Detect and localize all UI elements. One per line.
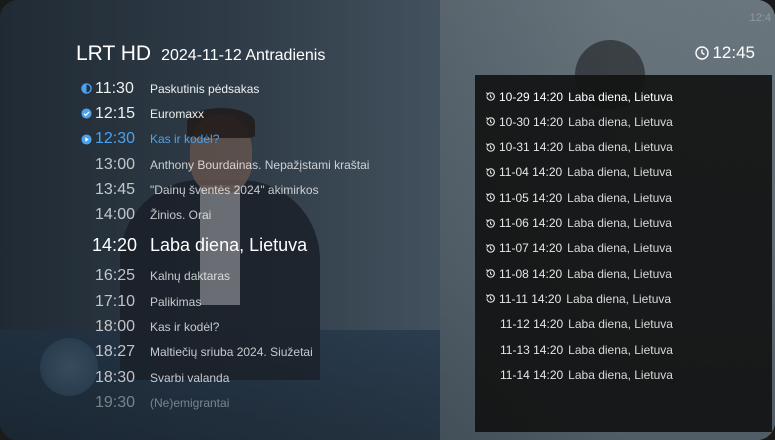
archive-panel: 10-29 14:20 Laba diena, Lietuva 10-30 14:2… (475, 75, 772, 432)
archive-item[interactable]: 11-12 14:20 Laba diena, Lietuva (500, 312, 673, 337)
program-title: (Ne)emigrantai (150, 395, 230, 410)
history-icon (485, 243, 499, 254)
program-row[interactable]: 19:30 (Ne)emigrantai (80, 390, 460, 415)
archive-datetime: 11-04 14:20 (499, 165, 563, 180)
archive-title: Laba diena, Lietuva (568, 140, 673, 155)
clock-icon (695, 46, 710, 60)
archive-item[interactable]: 11-06 14:20 Laba diena, Lietuva (485, 211, 672, 236)
archive-title: Laba diena, Lietuva (567, 190, 672, 205)
program-title: Palikimas (150, 294, 202, 309)
archive-item[interactable]: 10-30 14:20 Laba diena, Lietuva (485, 109, 673, 134)
clock-text: 12:45 (712, 43, 755, 62)
channel-name: LRT HD (76, 42, 152, 65)
archive-item[interactable]: 11-04 14:20 Laba diena, Lietuva (485, 160, 672, 185)
history-icon (485, 142, 499, 153)
program-title: Euromaxx (150, 106, 205, 121)
archive-datetime: 10-31 14:20 (499, 140, 564, 155)
program-row[interactable]: 17:10 Palikimas (80, 289, 460, 314)
archive-title: Laba diena, Lietuva (567, 165, 672, 180)
archive-datetime: 11-11 14:20 (499, 291, 562, 306)
archive-item[interactable]: 10-31 14:20 Laba diena, Lietuva (485, 135, 673, 160)
history-icon (485, 167, 499, 178)
history-icon (485, 293, 499, 304)
program-time: 16:25 (95, 267, 136, 285)
program-row[interactable]: 12:15 Euromaxx (80, 101, 460, 126)
program-row[interactable]: 12:30 Kas ir kodėl? (80, 127, 460, 152)
program-title: Svarbi valanda (150, 370, 230, 385)
program-title: Kas ir kodėl? (150, 132, 220, 147)
archive-datetime: 10-30 14:20 (499, 114, 564, 129)
program-time: 14:20 (92, 235, 138, 256)
archive-title: Laba diena, Lietuva (568, 342, 673, 357)
program-row[interactable]: 18:00 Kas ir kodėl? (80, 314, 460, 339)
archive-title: Laba diena, Lietuva (567, 216, 672, 230)
program-title: Kalnų daktaras (150, 269, 231, 284)
program-title: Laba diena, Lietuva (150, 235, 308, 256)
epg-date: 2024-11-12 Antradienis (161, 47, 326, 64)
program-row[interactable]: 16:25 Kalnų daktaras (80, 264, 460, 289)
program-time: 13:45 (95, 180, 136, 198)
program-time: 18:00 (95, 318, 136, 336)
program-time: 14:00 (95, 206, 136, 224)
play-circle-icon (80, 133, 92, 145)
archive-datetime: 11-08 14:20 (499, 266, 563, 281)
current-time: 12:45 (695, 43, 755, 63)
program-title: Anthony Bourdainas. Nepažįstami kraštai (150, 157, 370, 172)
archive-item[interactable]: 11-05 14:20 Laba diena, Lietuva (485, 185, 672, 210)
archive-title: Laba diena, Lietuva (566, 291, 672, 306)
program-row[interactable]: 11:30 Paskutinis pėdsakas (80, 76, 460, 101)
archive-title: Laba diena, Lietuva (567, 241, 672, 256)
archive-datetime: 11-14 14:20 (500, 367, 564, 382)
archive-datetime: 11-12 14:20 (500, 317, 564, 332)
archive-datetime: 11-05 14:20 (499, 190, 563, 205)
archive-item[interactable]: 10-29 14:20 Laba diena, Lietuva (485, 84, 673, 109)
program-time: 18:30 (95, 368, 136, 386)
archive-title: Laba diena, Lietuva (568, 367, 673, 382)
program-list: 11:30 Paskutinis pėdsakas 12:15 Euromaxx 12:… (80, 76, 460, 416)
program-row[interactable]: 13:00 Anthony Bourdainas. Nepažįstami kra… (80, 152, 460, 177)
history-icon (485, 192, 499, 203)
archive-title: Laba diena, Lietuva (568, 114, 673, 129)
program-time: 12:30 (95, 130, 136, 148)
program-time: 17:10 (95, 292, 136, 310)
archive-datetime: 10-29 14:20 (499, 89, 564, 104)
ghost-clock: 12:4 (749, 12, 771, 24)
program-time: 19:30 (95, 393, 136, 411)
program-title: Paskutinis pėdsakas (150, 81, 260, 96)
archive-item[interactable]: 11-11 14:20 Laba diena, Lietuva (485, 286, 671, 311)
archive-item[interactable]: 11-14 14:20 Laba diena, Lietuva (500, 362, 673, 387)
program-time: 13:00 (95, 155, 136, 173)
program-row[interactable]: 18:27 Maltiečių sriuba 2024. Siužetai (80, 340, 460, 365)
program-row[interactable]: 14:20 Laba diena, Lietuva (80, 228, 460, 264)
archive-title: Laba diena, Lietuva (568, 89, 673, 104)
check-circle-icon (80, 108, 92, 120)
epg-header: LRT HD 2024-11-12 Antradienis (76, 42, 325, 68)
history-icon (485, 268, 499, 279)
program-time: 18:27 (95, 343, 136, 361)
history-icon (485, 91, 499, 102)
program-row[interactable]: 14:00 Žinios. Orai (80, 202, 460, 227)
archive-item[interactable]: 11-13 14:20 Laba diena, Lietuva (500, 337, 673, 362)
program-time: 12:15 (95, 104, 136, 122)
archive-item[interactable]: 11-07 14:20 Laba diena, Lietuva (485, 236, 672, 261)
archive-datetime: 11-13 14:20 (500, 342, 564, 357)
program-row[interactable]: 13:45 "Dainų šventės 2024" akimirkos (80, 177, 460, 202)
program-title: "Dainų šventės 2024" akimirkos (150, 182, 319, 197)
archive-title: Laba diena, Lietuva (567, 266, 672, 281)
history-icon (485, 116, 499, 127)
history-icon (485, 218, 499, 229)
archive-item[interactable]: 11-08 14:20 Laba diena, Lietuva (485, 261, 672, 286)
archive-title: Laba diena, Lietuva (568, 317, 673, 332)
program-time: 11:30 (95, 79, 134, 97)
program-title: Kas ir kodėl? (150, 320, 220, 335)
archive-datetime: 11-06 14:20 (499, 216, 563, 230)
half-circle-icon (80, 83, 92, 95)
program-title: Žinios. Orai (150, 208, 212, 223)
archive-datetime: 11-07 14:20 (499, 241, 563, 256)
program-title: Maltiečių sriuba 2024. Siužetai (150, 345, 313, 360)
program-row[interactable]: 18:30 Svarbi valanda (80, 365, 460, 390)
